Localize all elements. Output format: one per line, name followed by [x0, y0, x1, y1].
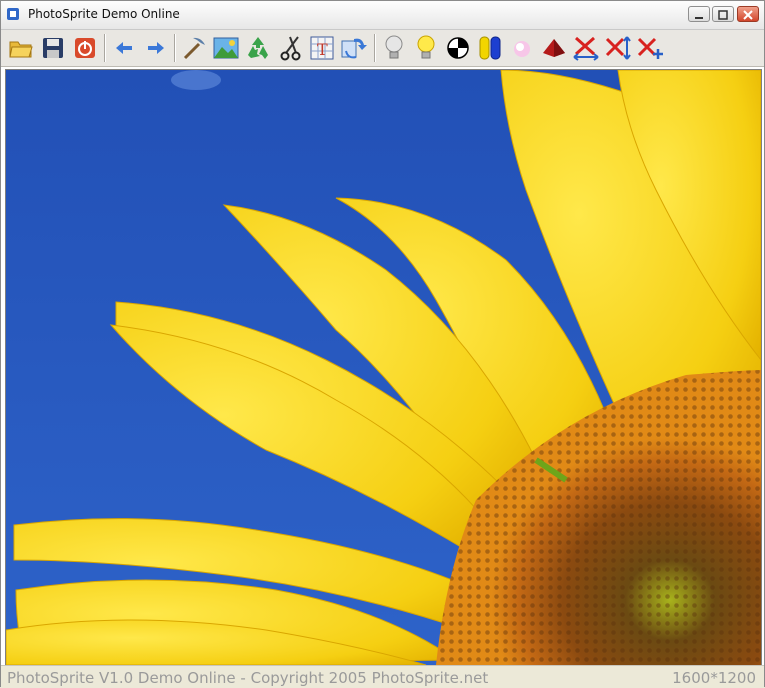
redo-button[interactable] — [142, 34, 170, 62]
channels-icon — [479, 36, 501, 60]
flip-v-button[interactable] — [604, 34, 632, 62]
title-bar[interactable]: PhotoSprite Demo Online — [1, 1, 764, 30]
checker-button[interactable] — [444, 34, 472, 62]
channels-button[interactable] — [476, 34, 504, 62]
arrow-right-icon — [148, 42, 164, 54]
window-title: PhotoSprite Demo Online — [28, 7, 180, 21]
undo-button[interactable] — [110, 34, 138, 62]
scissors-icon — [280, 36, 301, 61]
image-button[interactable] — [212, 34, 240, 62]
flip-horizontal-icon — [573, 36, 599, 61]
minimize-button[interactable] — [688, 6, 710, 22]
bulb-on-button[interactable] — [412, 34, 440, 62]
bulb-off-icon — [385, 35, 403, 59]
status-copyright: PhotoSprite V1.0 Demo Online - Copyright… — [7, 669, 489, 687]
pickaxe-icon — [183, 37, 205, 60]
landscape-icon — [213, 37, 239, 59]
transform-icon — [341, 38, 367, 59]
text-grid-icon: T — [310, 36, 334, 60]
open-button[interactable] — [7, 34, 35, 62]
soft-blob-icon — [514, 41, 530, 57]
flip-vertical-icon — [605, 36, 631, 60]
resize-cross-icon — [637, 37, 663, 59]
status-bar: PhotoSprite V1.0 Demo Online - Copyright… — [1, 665, 764, 688]
save-button[interactable] — [39, 34, 67, 62]
pyramid-icon — [543, 39, 565, 57]
checker-icon — [447, 37, 469, 59]
flip-h-button[interactable] — [572, 34, 600, 62]
minimize-icon — [695, 17, 703, 19]
recycle-button[interactable] — [244, 34, 272, 62]
power-button[interactable] — [71, 34, 99, 62]
bulb-off-button[interactable] — [380, 34, 408, 62]
toolbar-separator — [174, 34, 176, 62]
power-icon — [75, 38, 95, 58]
toolbar: T — [1, 30, 764, 67]
soft-button[interactable] — [508, 34, 536, 62]
close-button[interactable] — [737, 6, 759, 22]
image-canvas[interactable] — [5, 69, 762, 666]
floppy-disk-icon — [43, 38, 63, 58]
text-button[interactable]: T — [308, 34, 336, 62]
transform-button[interactable] — [340, 34, 368, 62]
status-image-size: 1600*1200 — [672, 669, 756, 687]
pyramid-button[interactable] — [540, 34, 568, 62]
scissors-button[interactable] — [276, 34, 304, 62]
bulb-on-icon — [417, 35, 435, 59]
toolbar-separator — [104, 34, 106, 62]
close-icon — [743, 10, 753, 20]
toolbar-separator — [374, 34, 376, 62]
arrow-left-icon — [116, 42, 132, 54]
recycle-icon — [248, 37, 268, 59]
maximize-button[interactable] — [712, 6, 734, 22]
pick-button[interactable] — [180, 34, 208, 62]
sunflower-photo — [6, 70, 761, 665]
app-window: PhotoSprite Demo Online T PhotoSprite V1… — [0, 0, 765, 688]
folder-open-icon — [9, 41, 33, 58]
resize-button[interactable] — [636, 34, 664, 62]
app-icon — [7, 8, 19, 20]
maximize-icon — [718, 10, 728, 20]
svg-text:T: T — [317, 40, 328, 59]
